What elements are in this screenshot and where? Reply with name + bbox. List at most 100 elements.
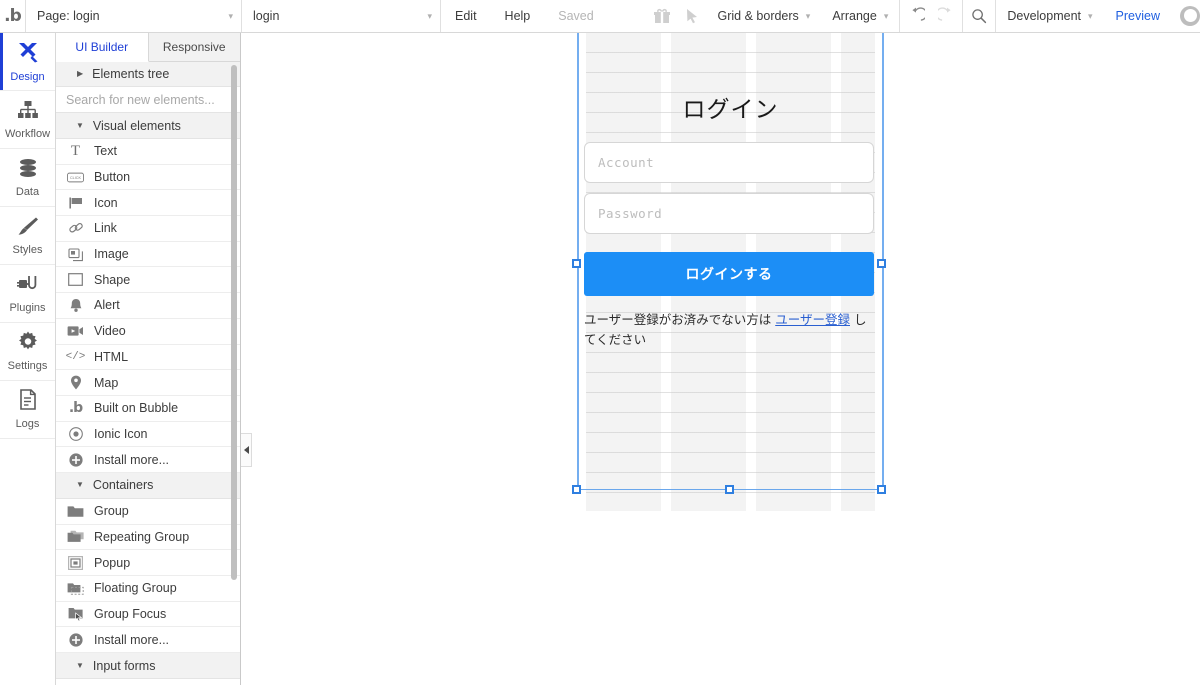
element-selector-value: login bbox=[253, 9, 280, 23]
code-brackets-icon: </> bbox=[65, 350, 86, 363]
arrange-label: Arrange bbox=[832, 9, 877, 23]
resize-handle-bottom-center[interactable] bbox=[725, 485, 734, 494]
login-submit-button[interactable]: ログインする bbox=[584, 252, 874, 296]
element-text[interactable]: T Text bbox=[56, 139, 240, 165]
resize-handle-middle-right[interactable] bbox=[877, 259, 886, 268]
element-html[interactable]: </> HTML bbox=[56, 344, 240, 371]
element-selector[interactable]: login ▾ bbox=[242, 0, 440, 32]
element-label: Popup bbox=[94, 555, 131, 570]
group-title: Input forms bbox=[92, 658, 156, 673]
arrange-dropdown[interactable]: Arrange ▾ bbox=[821, 0, 899, 32]
workflow-icon bbox=[16, 100, 40, 125]
password-input[interactable]: Password bbox=[584, 193, 874, 234]
element-map[interactable]: Map bbox=[56, 370, 240, 396]
element-link[interactable]: Link bbox=[56, 216, 240, 242]
menu-edit[interactable]: Edit bbox=[441, 0, 491, 32]
element-repeating-group[interactable]: Repeating Group bbox=[56, 524, 240, 551]
save-status: Saved bbox=[558, 9, 594, 23]
search-elements-placeholder: Search for new elements... bbox=[66, 92, 215, 107]
search-elements-input[interactable]: Search for new elements... bbox=[56, 87, 240, 113]
sidebar-item-data[interactable]: Data bbox=[0, 149, 55, 207]
element-install-more-containers[interactable]: Install more... bbox=[56, 627, 240, 654]
version-dropdown[interactable]: Development ▾ bbox=[996, 0, 1103, 32]
resize-handle-middle-left[interactable] bbox=[572, 259, 581, 268]
video-camera-icon bbox=[67, 324, 84, 339]
cursor-arrow-icon[interactable] bbox=[677, 0, 707, 32]
grid-borders-dropdown[interactable]: Grid & borders ▾ bbox=[707, 0, 822, 32]
element-image[interactable]: Image bbox=[56, 241, 240, 268]
sidebar-item-plugins[interactable]: Plugins bbox=[0, 265, 55, 323]
element-label: Install more... bbox=[94, 632, 170, 647]
rectangle-shape-icon bbox=[67, 272, 84, 287]
resize-handle-bottom-right[interactable] bbox=[877, 485, 886, 494]
element-label: Group Focus bbox=[94, 607, 167, 622]
element-label: Alert bbox=[94, 298, 120, 313]
group-focus-icon bbox=[67, 607, 84, 622]
account-input[interactable]: Account bbox=[584, 142, 874, 183]
element-install-more-visual[interactable]: Install more... bbox=[56, 447, 240, 473]
chevron-right-icon: ▶ bbox=[77, 69, 84, 78]
element-shape[interactable]: Shape bbox=[56, 267, 240, 294]
group-input-forms[interactable]: ▼ Input forms bbox=[56, 653, 240, 680]
group-visual-elements[interactable]: ▼ Visual elements bbox=[56, 113, 240, 139]
gift-icon[interactable] bbox=[647, 0, 677, 32]
sidebar-item-design[interactable]: Design bbox=[0, 33, 55, 91]
element-icon[interactable]: Icon bbox=[56, 190, 240, 217]
design-icon bbox=[16, 41, 40, 68]
chevron-down-icon: ▾ bbox=[805, 10, 811, 21]
undo-icon[interactable] bbox=[900, 0, 931, 32]
sidebar-item-workflow[interactable]: Workflow bbox=[0, 91, 55, 149]
chevron-down-icon: ▼ bbox=[76, 120, 84, 130]
avatar[interactable] bbox=[1172, 0, 1200, 32]
menu-help[interactable]: Help bbox=[491, 0, 545, 32]
element-label: Text bbox=[94, 144, 117, 159]
element-floating-group[interactable]: Floating Group bbox=[56, 576, 240, 602]
redo-icon bbox=[931, 0, 962, 32]
account-input-placeholder: Account bbox=[598, 155, 655, 170]
collapse-panel-button[interactable] bbox=[241, 433, 252, 467]
chevron-down-icon: ▾ bbox=[883, 10, 889, 21]
signup-link[interactable]: ユーザー登録 bbox=[775, 312, 850, 327]
page-selector[interactable]: Page: login ▾ bbox=[26, 0, 241, 32]
elements-tree-toggle[interactable]: ▶ Elements tree bbox=[56, 62, 240, 87]
element-alert[interactable]: Alert bbox=[56, 293, 240, 319]
bubble-b-icon: .b bbox=[68, 400, 83, 417]
sidebar-item-settings[interactable]: Settings bbox=[0, 323, 55, 381]
group-containers[interactable]: ▼ Containers bbox=[56, 472, 240, 499]
element-label: Floating Group bbox=[94, 581, 177, 596]
plus-circle-icon bbox=[67, 632, 84, 647]
tab-ui-builder[interactable]: UI Builder bbox=[56, 33, 149, 62]
element-built-on-bubble[interactable]: .b Built on Bubble bbox=[56, 395, 240, 422]
sidebar-item-logs[interactable]: Logs bbox=[0, 381, 55, 439]
element-group-focus[interactable]: Group Focus bbox=[56, 601, 240, 628]
panel-scrollbar[interactable] bbox=[231, 65, 237, 580]
preview-button[interactable]: Preview bbox=[1104, 0, 1172, 32]
elements-tree-label: Elements tree bbox=[92, 67, 170, 81]
login-title[interactable]: ログイン bbox=[586, 90, 875, 124]
search-icon[interactable] bbox=[963, 0, 995, 32]
tab-responsive[interactable]: Responsive bbox=[148, 33, 240, 61]
gear-icon bbox=[17, 331, 39, 357]
database-icon bbox=[17, 158, 39, 183]
sidebar-item-label: Plugins bbox=[9, 301, 46, 314]
map-pin-icon bbox=[67, 375, 84, 390]
group-title: Visual elements bbox=[92, 118, 181, 133]
bubble-logo-icon[interactable]: .b bbox=[0, 0, 25, 32]
element-button[interactable]: CLICK Button bbox=[56, 164, 240, 191]
element-ionic-icon[interactable]: Ionic Icon bbox=[56, 421, 240, 448]
element-group[interactable]: Group bbox=[56, 498, 240, 525]
element-popup[interactable]: Popup bbox=[56, 550, 240, 576]
element-label: Shape bbox=[94, 272, 131, 287]
sidebar-item-styles[interactable]: Styles bbox=[0, 207, 55, 265]
element-video[interactable]: Video bbox=[56, 318, 240, 345]
element-label: Built on Bubble bbox=[94, 401, 179, 416]
top-toolbar: .b Page: login ▾ login ▾ Edit Help Saved bbox=[0, 0, 1200, 33]
design-canvas[interactable]: ログイン Account Password ログインする ユーザー登録がお済みで… bbox=[241, 33, 1200, 685]
button-click-icon: CLICK bbox=[67, 170, 84, 185]
resize-handle-bottom-left[interactable] bbox=[572, 485, 581, 494]
sidebar-item-label: Workflow bbox=[4, 127, 51, 140]
element-label: Install more... bbox=[94, 452, 170, 467]
collapse-left-icon bbox=[243, 446, 249, 454]
panel-tab-bar: UI Builder Responsive bbox=[56, 33, 240, 62]
